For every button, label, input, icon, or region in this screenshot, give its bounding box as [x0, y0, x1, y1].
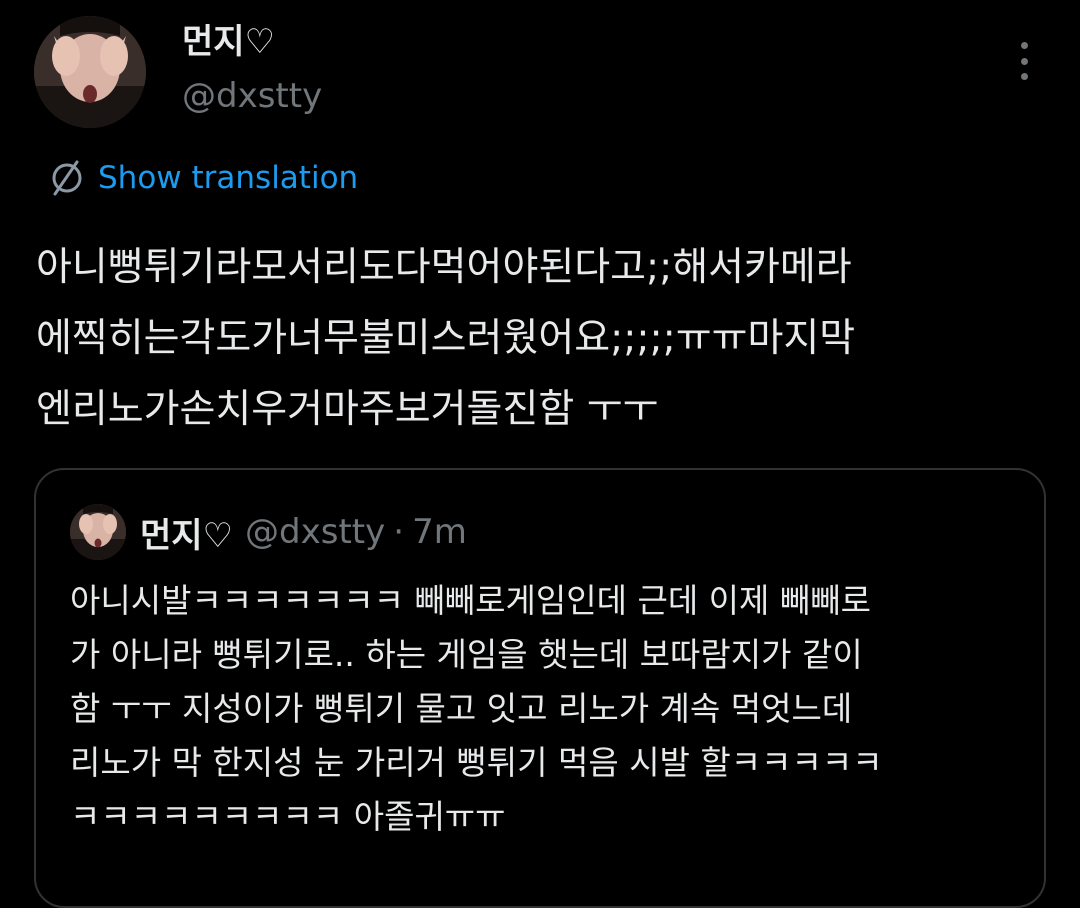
- quoted-tweet-text: 아니시발ㅋㅋㅋㅋㅋㅋㅋ 빼빼로게임인데 근데 이제 빼빼로 가 아니라 뻥튀기로…: [70, 574, 1030, 844]
- globe-icon: [52, 160, 82, 196]
- show-translation-label: Show translation: [98, 160, 359, 196]
- tweet-text-line: 엔리노가손치우거마주보거돌진함 ㅜㅜ: [36, 387, 659, 432]
- quoted-tweet-header: 먼지♡ @dxstty · 7m: [140, 508, 467, 556]
- quoted-author-display-name[interactable]: 먼지♡: [140, 508, 233, 557]
- quoted-author-avatar[interactable]: [70, 504, 126, 560]
- tweet-text: 아니뻥튀기라모서리도다먹어야된다고;;해서카메라 에찍히는각도가너무불미스러웠어…: [36, 232, 1046, 445]
- avatar-photo: [34, 16, 146, 128]
- quoted-text-line: 가 아니라 뻥튀기로.. 하는 게임을 햇는데 보따람지가 같이: [70, 635, 863, 674]
- author-display-name[interactable]: 먼지♡: [182, 22, 275, 62]
- quoted-tweet-card[interactable]: 먼지♡ @dxstty · 7m 아니시발ㅋㅋㅋㅋㅋㅋㅋ 빼빼로게임인데 근데 …: [34, 468, 1046, 908]
- more-dot-icon: [1020, 42, 1028, 49]
- avatar-photo: [70, 504, 126, 560]
- quoted-author-handle[interactable]: @dxstty: [245, 512, 385, 552]
- more-options-button[interactable]: [1004, 38, 1044, 84]
- tweet-text-line: 에찍히는각도가너무불미스러웠어요;;;;;ㅠㅠ마지막: [36, 316, 856, 361]
- quoted-text-line: 함 ㅜㅜ 지성이가 뻥튀기 물고 잇고 리노가 계속 먹엇느데: [70, 689, 853, 728]
- more-dot-icon: [1020, 57, 1028, 65]
- more-dot-icon: [1020, 73, 1028, 80]
- quoted-tweet-timestamp[interactable]: 7m: [412, 512, 467, 552]
- author-avatar[interactable]: [34, 16, 146, 128]
- tweet-text-line: 아니뻥튀기라모서리도다먹어야된다고;;해서카메라: [36, 245, 852, 290]
- header-separator: ·: [393, 512, 405, 552]
- author-handle[interactable]: @dxstty: [182, 76, 322, 116]
- quoted-text-line: 아니시발ㅋㅋㅋㅋㅋㅋㅋ 빼빼로게임인데 근데 이제 빼빼로: [70, 581, 871, 620]
- quoted-text-line: ㅋㅋㅋㅋㅋㅋㅋㅋㅋ 아졸귀ㅠㅠ: [70, 797, 506, 836]
- show-translation-link[interactable]: Show translation: [46, 156, 358, 200]
- quoted-text-line: 리노가 막 한지성 눈 가리거 뻥튀기 먹음 시발 할ㅋㅋㅋㅋㅋ: [70, 743, 883, 782]
